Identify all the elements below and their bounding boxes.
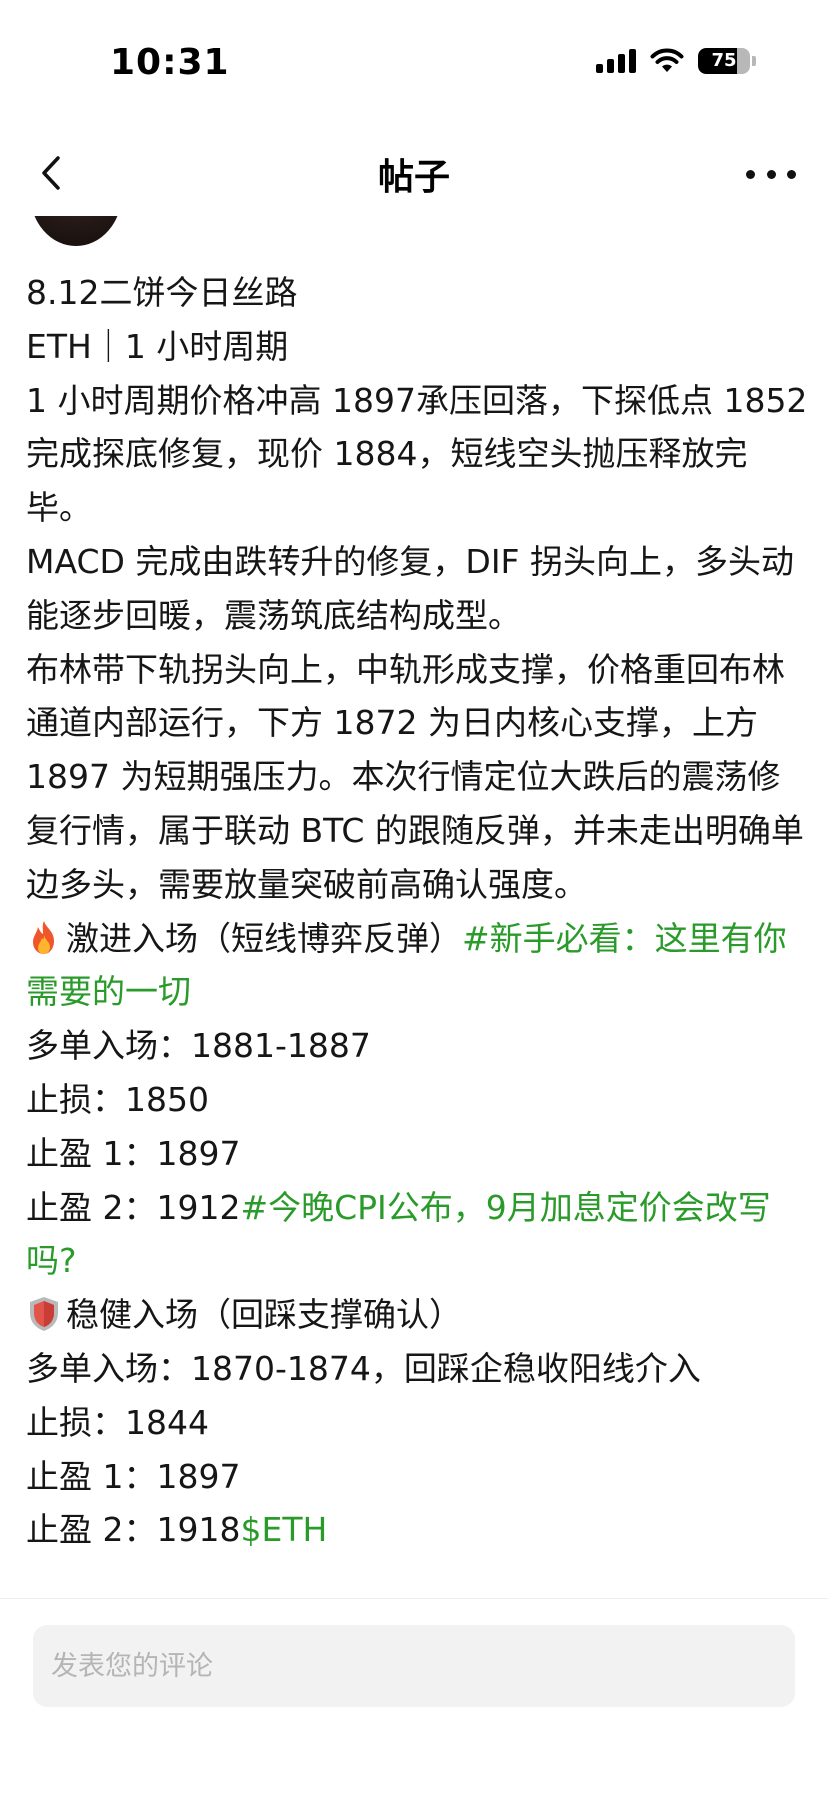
battery-cap: [752, 56, 756, 66]
wifi-icon: [650, 48, 684, 72]
more-dot: [746, 169, 755, 179]
cellular-signal-icon: [596, 49, 636, 73]
status-icons: 75: [596, 48, 756, 74]
analysis-paragraph-price: 1 小时周期价格冲高 1897承压回落，下探低点 1852 完成探底修复，现价 …: [26, 380, 808, 528]
page-title: 帖子: [377, 157, 450, 198]
post-subtitle: ETH｜1 小时周期: [26, 326, 289, 366]
steady-stop-loss: 止损：1844: [26, 1402, 209, 1442]
steady-entry-heading: 稳健入场（回踩支撑确认）: [26, 1288, 808, 1342]
steady-heading-text: 稳健入场（回踩支撑确认）: [66, 1295, 462, 1335]
analysis-paragraph-bollinger: 布林带下轨拐头向上，中轨形成支撑，价格重回布林通道内部运行，下方 1872 为日…: [26, 649, 804, 904]
post-content: 8.12二饼今日丝路 ETH｜1 小时周期 1 小时周期价格冲高 1897承压回…: [26, 266, 808, 1557]
cashtag-eth[interactable]: $ETH: [240, 1510, 327, 1549]
steady-take-profit-1: 止盈 1：1897: [26, 1456, 241, 1496]
aggressive-stop-loss: 止损：1850: [26, 1079, 209, 1119]
battery-icon: 75: [698, 48, 750, 74]
shield-icon: [30, 1297, 58, 1332]
comment-input[interactable]: [33, 1625, 795, 1707]
aggressive-take-profit-2: 止盈 2：1912: [26, 1187, 241, 1227]
fire-icon: [33, 920, 54, 954]
comment-bar: [0, 1598, 828, 1802]
post-title: 8.12二饼今日丝路: [26, 273, 298, 312]
more-button[interactable]: [746, 152, 796, 196]
status-bar: 10:31 75: [0, 0, 828, 130]
aggressive-entry: 多单入场：1881-1887: [26, 1026, 371, 1066]
steady-take-profit-2: 止盈 2：1918: [26, 1510, 241, 1550]
steady-take-profit-2-line: 止盈 2：1918$ETH: [26, 1503, 808, 1557]
steady-entry: 多单入场：1870-1874，回踩企稳收阳线介入: [26, 1348, 701, 1388]
analysis-paragraph-macd: MACD 完成由跌转升的修复，DIF 拐头向上，多头动能逐步回暖，震荡筑底结构成…: [26, 541, 795, 635]
aggressive-take-profit-2-line: 止盈 2：1912#今晚CPI公布，9月加息定价会改写吗?: [26, 1181, 808, 1289]
battery-level: 75: [711, 50, 737, 71]
aggressive-take-profit-1: 止盈 1：1897: [26, 1133, 241, 1173]
status-time: 10:31: [110, 42, 230, 83]
more-dot: [766, 169, 776, 179]
aggressive-entry-heading: 激进入场（短线博弈反弹）#新手必看：这里有你需要的一切: [26, 912, 808, 1020]
aggressive-heading-text: 激进入场（短线博弈反弹）: [66, 918, 462, 958]
nav-bar: 帖子: [0, 130, 828, 216]
more-dot: [787, 169, 796, 179]
